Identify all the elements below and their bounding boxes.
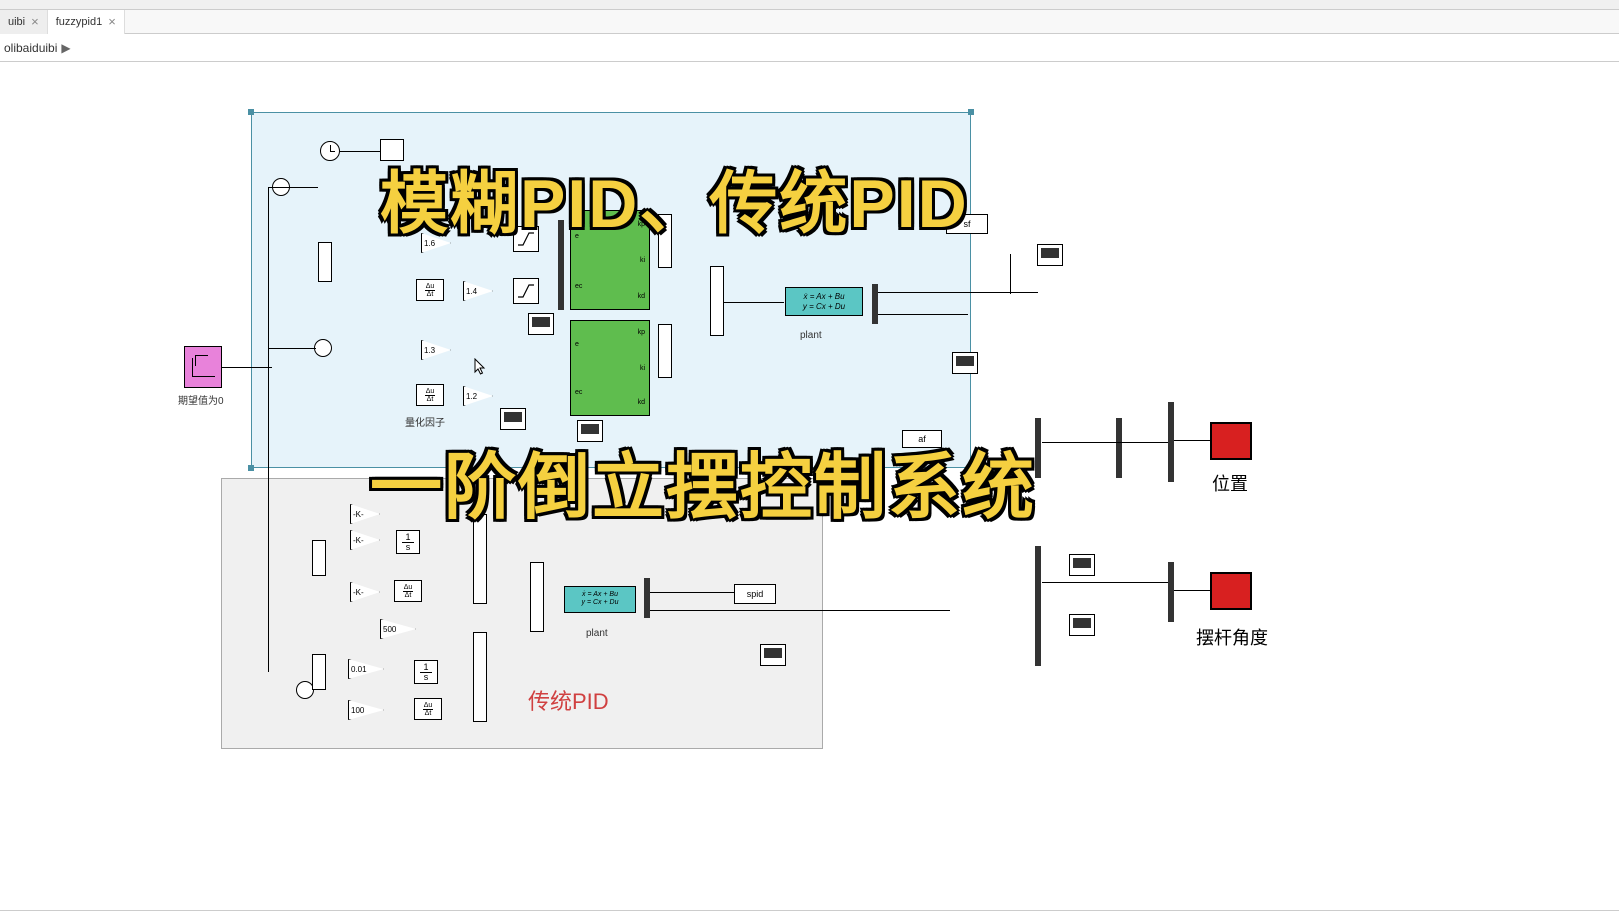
gain-value: 1.4 [466, 287, 477, 296]
chevron-right-icon: ▶ [61, 41, 70, 55]
saturation-block[interactable] [513, 278, 539, 304]
signal-line [1174, 440, 1210, 441]
mux-block[interactable] [1168, 562, 1174, 622]
gain-value: 1.3 [424, 346, 435, 355]
mux-block[interactable] [1035, 606, 1041, 666]
selection-handle[interactable] [248, 465, 254, 471]
signal-line [650, 592, 734, 593]
signal-line [878, 314, 968, 315]
scope-block[interactable] [1069, 614, 1095, 636]
step-source-block[interactable] [184, 346, 222, 388]
tab-bar: uibi × fuzzypid1 × [0, 10, 1619, 34]
derivative-block[interactable]: ΔuΔt [416, 384, 444, 406]
signal-line [650, 610, 950, 611]
scope-block[interactable] [952, 352, 978, 374]
toolbar-strip [0, 0, 1619, 10]
scope-angle-label: 摆杆角度 [1196, 624, 1268, 650]
scope-block[interactable] [528, 313, 554, 335]
ss-eq1: ẋ = Ax + Bu [792, 292, 856, 302]
breadcrumb[interactable]: olibaiduibi ▶ [0, 34, 1619, 62]
overlay-title-2: 一阶倒立摆控制系统 [370, 428, 1036, 533]
gain-value: 1.2 [466, 392, 477, 401]
scope-block[interactable] [500, 408, 526, 430]
scope-block[interactable] [760, 644, 786, 666]
demux-block[interactable] [644, 578, 650, 618]
close-icon[interactable]: × [108, 14, 116, 29]
signal-line [878, 292, 1038, 293]
quant-factor-label: 量化因子 [405, 414, 445, 429]
selection-handle[interactable] [968, 109, 974, 115]
scope-block[interactable] [1037, 244, 1063, 266]
sum-rect-block[interactable] [312, 654, 326, 690]
scope-position-label: 位置 [1212, 470, 1248, 496]
gain-value: 0.01 [351, 665, 367, 674]
clock-block[interactable] [320, 141, 340, 161]
gain-value: 100 [351, 706, 364, 715]
mouse-cursor-icon [474, 358, 486, 376]
fuzzy-controller-block-2[interactable]: e ec kp ki kd [570, 320, 650, 416]
sum-rect-block[interactable] [312, 540, 326, 576]
integrator-block[interactable]: 1s [396, 530, 420, 554]
state-space-block[interactable]: ẋ = Ax + Bu y = Cx + Du [564, 586, 636, 613]
ss-eq2: y = Cx + Du [792, 302, 856, 312]
signal-line [724, 302, 784, 303]
derivative-block[interactable]: ΔuΔt [394, 580, 422, 602]
tab-fuzzypid1[interactable]: fuzzypid1 × [48, 10, 125, 34]
sum-rect-block[interactable] [530, 562, 544, 632]
scope-block[interactable] [1069, 554, 1095, 576]
state-space-block[interactable]: ẋ = Ax + Bu y = Cx + Du [785, 287, 863, 316]
plant-label: plant [800, 330, 822, 341]
traditional-pid-title: 传统PID [528, 684, 609, 716]
signal-line [268, 187, 318, 188]
to-workspace-spid[interactable]: spid [734, 584, 776, 604]
overlay-title-1: 模糊PID、传统PID [380, 148, 969, 247]
selection-handle[interactable] [248, 109, 254, 115]
derivative-block[interactable]: ΔuΔt [414, 698, 442, 720]
scope-position[interactable] [1210, 422, 1252, 460]
breadcrumb-item[interactable]: olibaiduibi [4, 41, 57, 55]
sum-rect-block[interactable] [658, 324, 672, 378]
sum-rect-block[interactable] [473, 632, 487, 722]
plant-label: plant [586, 628, 608, 639]
model-canvas[interactable]: 期望值为0 1.6 1.4 1.3 1.2 量化因子 ΔuΔt ΔuΔt e e… [0, 62, 1619, 911]
signal-line [1042, 442, 1168, 443]
gain-value: -K- [353, 510, 364, 519]
tab-label: uibi [8, 16, 25, 28]
mux-block[interactable] [1168, 402, 1174, 482]
mux-block[interactable] [1116, 418, 1122, 478]
step-source-label: 期望值为0 [178, 392, 224, 407]
ss-eq2: y = Cx + Du [571, 599, 629, 607]
signal-line [222, 367, 272, 368]
mux-block[interactable] [1035, 546, 1041, 606]
integrator-block[interactable]: 1s [414, 660, 438, 684]
scope-angle[interactable] [1210, 572, 1252, 610]
tab-uibi[interactable]: uibi × [0, 10, 48, 34]
sum-rect-block[interactable] [318, 242, 332, 282]
sum-rect-block[interactable] [710, 266, 724, 336]
derivative-block[interactable]: ΔuΔt [416, 279, 444, 301]
signal-line [340, 151, 380, 152]
gain-value: -K- [353, 588, 364, 597]
signal-line [1174, 590, 1210, 591]
signal-line [1010, 254, 1011, 294]
signal-line [268, 348, 316, 349]
ss-eq1: ẋ = Ax + Bu [571, 591, 629, 599]
gain-value: 500 [383, 625, 396, 634]
close-icon[interactable]: × [31, 14, 39, 29]
signal-line [268, 187, 269, 672]
sum-block[interactable] [314, 339, 332, 357]
gain-value: -K- [353, 536, 364, 545]
tab-label: fuzzypid1 [56, 16, 102, 28]
demux-block[interactable] [872, 284, 878, 324]
signal-line [1042, 582, 1168, 583]
